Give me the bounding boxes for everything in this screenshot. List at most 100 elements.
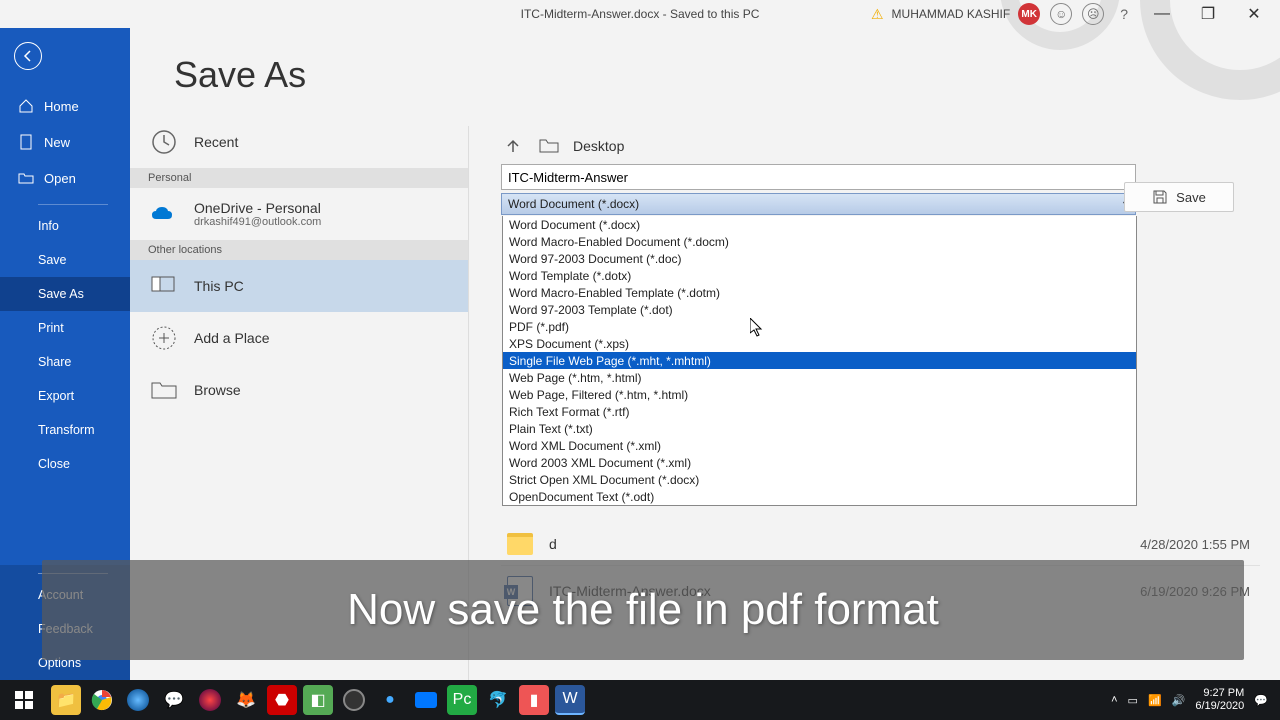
location-browse[interactable]: Browse xyxy=(130,364,468,416)
this-pc-icon xyxy=(148,270,180,302)
clock-icon xyxy=(148,126,180,158)
add-place-icon xyxy=(148,322,180,354)
location-add-place[interactable]: Add a Place xyxy=(130,312,468,364)
format-option[interactable]: Web Page, Filtered (*.htm, *.html) xyxy=(503,386,1136,403)
onedrive-icon xyxy=(148,198,180,230)
format-option[interactable]: Word Macro-Enabled Template (*.dotm) xyxy=(503,284,1136,301)
taskbar-app-7[interactable] xyxy=(411,685,441,715)
taskbar-app-9[interactable]: 🐬 xyxy=(483,685,513,715)
up-arrow-icon xyxy=(504,137,522,155)
onedrive-email: drkashif491@outlook.com xyxy=(194,216,321,228)
system-clock[interactable]: 9:27 PM 6/19/2020 xyxy=(1195,687,1244,713)
current-path[interactable]: Desktop xyxy=(573,138,624,154)
nav-label: Open xyxy=(44,171,76,186)
taskbar-app-6[interactable]: ● xyxy=(375,685,405,715)
taskbar-app-1[interactable] xyxy=(123,685,153,715)
tray-volume-icon[interactable]: 🔊 xyxy=(1172,694,1186,707)
filename-input[interactable] xyxy=(501,164,1136,190)
format-option[interactable]: Word 97-2003 Template (*.dot) xyxy=(503,301,1136,318)
nav-close[interactable]: Close xyxy=(0,447,130,481)
location-label: Browse xyxy=(194,382,241,398)
format-option[interactable]: Word Template (*.dotx) xyxy=(503,267,1136,284)
nav-label: Home xyxy=(44,99,79,114)
format-option[interactable]: Word 97-2003 Document (*.doc) xyxy=(503,250,1136,267)
personal-header: Personal xyxy=(130,168,468,188)
warning-icon: ⚠ xyxy=(871,6,884,23)
location-recent[interactable]: Recent xyxy=(130,116,468,168)
location-label: Recent xyxy=(194,134,238,150)
nav-save[interactable]: Save xyxy=(0,243,130,277)
nav-print[interactable]: Print xyxy=(0,311,130,345)
user-account[interactable]: ⚠ MUHAMMAD KASHIF MK xyxy=(871,3,1040,25)
nav-transform[interactable]: Transform xyxy=(0,413,130,447)
format-option[interactable]: XPS Document (*.xps) xyxy=(503,335,1136,352)
nav-home[interactable]: Home xyxy=(0,88,130,124)
nav-info[interactable]: Info xyxy=(0,209,130,243)
format-option[interactable]: Rich Text Format (*.rtf) xyxy=(503,403,1136,420)
document-title: ITC-Midterm-Answer.docx - Saved to this … xyxy=(521,7,760,21)
format-option[interactable]: PDF (*.pdf) xyxy=(503,318,1136,335)
clock-time: 9:27 PM xyxy=(1195,687,1244,700)
start-button[interactable] xyxy=(0,680,48,720)
file-date: 4/28/2020 1:55 PM xyxy=(1140,537,1250,552)
restore-button[interactable]: ❐ xyxy=(1190,0,1226,28)
format-option[interactable]: Word 2003 XML Document (*.xml) xyxy=(503,454,1136,471)
home-icon xyxy=(18,98,34,114)
back-button[interactable] xyxy=(14,42,42,70)
tray-chevron-up-icon[interactable]: ˄ xyxy=(1111,694,1117,706)
nav-save-as[interactable]: Save As xyxy=(0,277,130,311)
tray-battery-icon[interactable]: ▭ xyxy=(1128,694,1138,707)
taskbar-chrome[interactable] xyxy=(87,685,117,715)
sad-face-icon[interactable]: ☹ xyxy=(1082,3,1104,25)
help-button[interactable]: ? xyxy=(1114,6,1134,22)
clock-date: 6/19/2020 xyxy=(1195,700,1244,713)
format-option[interactable]: Word Document (*.docx) xyxy=(503,216,1136,233)
location-onedrive[interactable]: OneDrive - Personal drkashif491@outlook.… xyxy=(130,188,468,240)
tray-notifications-icon[interactable]: 💬 xyxy=(1254,694,1268,707)
other-locations-header: Other locations xyxy=(130,240,468,260)
location-this-pc[interactable]: This PC xyxy=(130,260,468,312)
close-window-button[interactable]: ✕ xyxy=(1236,0,1272,28)
taskbar-app-3[interactable]: 🦊 xyxy=(231,685,261,715)
onedrive-title: OneDrive - Personal xyxy=(194,200,321,216)
new-doc-icon xyxy=(18,134,34,150)
taskbar-whatsapp[interactable]: 💬 xyxy=(159,685,189,715)
format-option[interactable]: Web Page (*.htm, *.html) xyxy=(503,369,1136,386)
file-format-select[interactable]: Word Document (*.docx) ▾ Word Document (… xyxy=(501,193,1136,215)
save-button[interactable]: Save xyxy=(1124,182,1234,212)
user-name: MUHAMMAD KASHIF xyxy=(892,7,1011,21)
file-name: d xyxy=(549,536,557,552)
folder-open-icon xyxy=(18,170,34,186)
taskbar-file-explorer[interactable]: 📁 xyxy=(51,685,81,715)
nav-export[interactable]: Export xyxy=(0,379,130,413)
page-title: Save As xyxy=(174,54,468,96)
taskbar-app-2[interactable] xyxy=(195,685,225,715)
back-arrow-icon xyxy=(21,49,35,63)
taskbar-app-10[interactable]: ▮ xyxy=(519,685,549,715)
taskbar-app-8[interactable]: Pc xyxy=(447,685,477,715)
save-icon xyxy=(1152,189,1168,205)
nav-new[interactable]: New xyxy=(0,124,130,160)
taskbar-obs[interactable] xyxy=(339,685,369,715)
format-option[interactable]: OpenDocument Text (*.odt) xyxy=(503,488,1136,505)
folder-path-icon xyxy=(537,134,561,158)
format-option[interactable]: Word XML Document (*.xml) xyxy=(503,437,1136,454)
taskbar-app-4[interactable]: ⬣ xyxy=(267,685,297,715)
format-option[interactable]: Single File Web Page (*.mht, *.mhtml) xyxy=(503,352,1136,369)
tray-wifi-icon[interactable]: 📶 xyxy=(1148,694,1162,707)
up-folder-button[interactable] xyxy=(501,134,525,158)
minimize-button[interactable]: — xyxy=(1144,0,1180,28)
smiley-face-icon[interactable]: ☺ xyxy=(1050,3,1072,25)
nav-label: New xyxy=(44,135,70,150)
path-row: Desktop xyxy=(501,126,1260,164)
nav-open[interactable]: Open xyxy=(0,160,130,196)
nav-share[interactable]: Share xyxy=(0,345,130,379)
format-option[interactable]: Strict Open XML Document (*.docx) xyxy=(503,471,1136,488)
tutorial-caption: Now save the file in pdf format xyxy=(42,560,1244,660)
format-option[interactable]: Plain Text (*.txt) xyxy=(503,420,1136,437)
taskbar-word[interactable]: W xyxy=(555,685,585,715)
location-label: Add a Place xyxy=(194,330,270,346)
format-option[interactable]: Word Macro-Enabled Document (*.docm) xyxy=(503,233,1136,250)
taskbar-app-5[interactable]: ◧ xyxy=(303,685,333,715)
windows-icon xyxy=(15,691,33,709)
